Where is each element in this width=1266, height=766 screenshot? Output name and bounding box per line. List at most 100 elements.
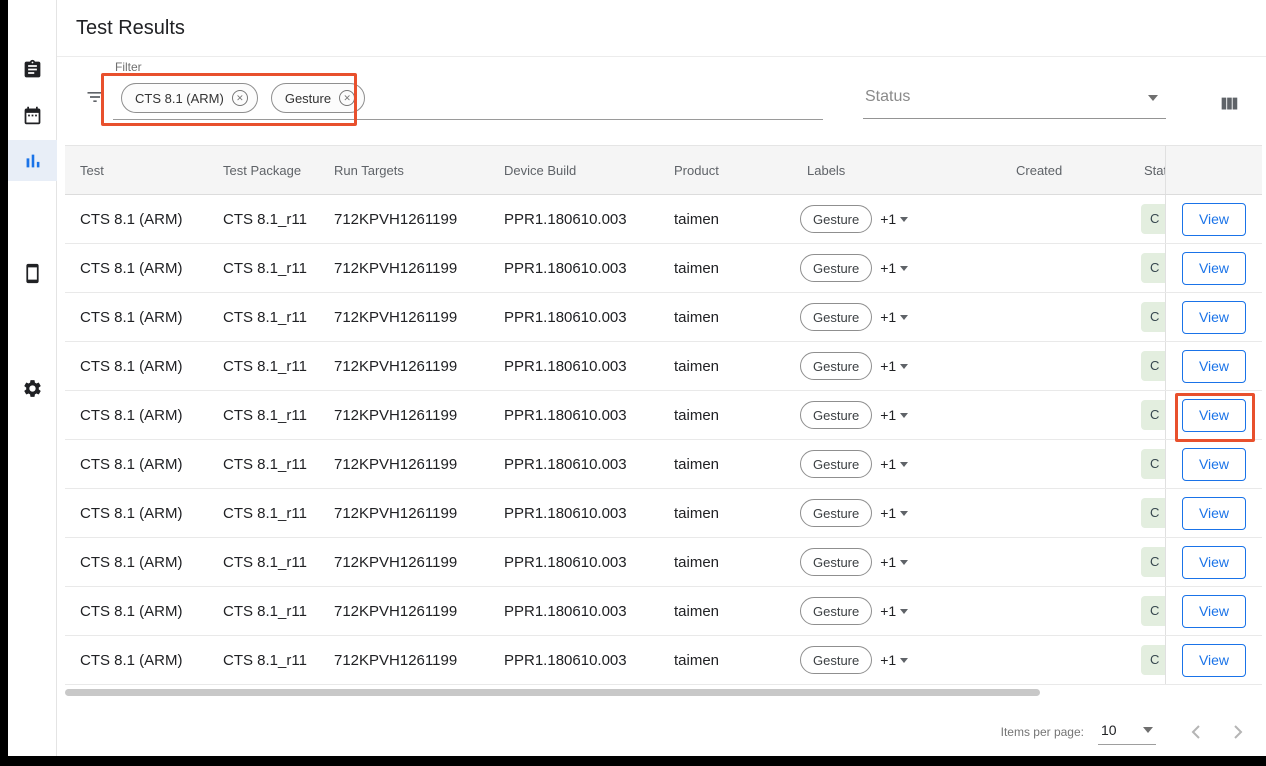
cell-created (1000, 440, 1129, 488)
view-button[interactable]: View (1182, 546, 1246, 579)
cell-product: taimen (674, 342, 792, 390)
more-labels-count: +1 (880, 505, 896, 521)
sidebar-item-devices[interactable] (8, 253, 57, 294)
label-chip: Gesture (800, 254, 872, 282)
page-size-select[interactable]: 10 (1098, 719, 1156, 745)
view-button[interactable]: View (1182, 399, 1246, 432)
page-header: Test Results (57, 0, 1266, 57)
more-labels-dropdown[interactable]: +1 (880, 407, 908, 423)
more-labels-dropdown[interactable]: +1 (880, 456, 908, 472)
cell-status: C (1129, 342, 1165, 390)
chevron-down-icon (900, 658, 908, 663)
filter-chip: CTS 8.1 (ARM) ✕ (121, 83, 258, 113)
cell-test-package: CTS 8.1_r11 (223, 587, 334, 635)
chevron-down-icon (900, 364, 908, 369)
next-page-button[interactable] (1224, 718, 1252, 746)
more-labels-count: +1 (880, 456, 896, 472)
view-button[interactable]: View (1182, 644, 1246, 677)
chevron-down-icon (1148, 95, 1158, 101)
cell-created (1000, 244, 1129, 292)
more-labels-dropdown[interactable]: +1 (880, 603, 908, 619)
gear-icon (22, 378, 43, 399)
more-labels-dropdown[interactable]: +1 (880, 358, 908, 374)
cell-test: CTS 8.1 (ARM) (65, 440, 223, 488)
more-labels-count: +1 (880, 309, 896, 325)
more-labels-dropdown[interactable]: +1 (880, 652, 908, 668)
chevron-down-icon (900, 413, 908, 418)
filter-field-underline (113, 119, 823, 120)
cell-status: C (1129, 244, 1165, 292)
cell-product: taimen (674, 293, 792, 341)
cell-device-build: PPR1.180610.003 (504, 440, 674, 488)
cell-status: C (1129, 293, 1165, 341)
table-row: CTS 8.1 (ARM) CTS 8.1_r11 712KPVH1261199… (65, 195, 1262, 244)
cell-labels: Gesture +1 (792, 587, 1000, 635)
cell-created (1000, 636, 1129, 684)
horizontal-scrollbar[interactable] (65, 689, 1040, 696)
sidebar-item-settings[interactable] (8, 368, 57, 409)
chevron-down-icon (900, 217, 908, 222)
filter-chip-label: Gesture (285, 91, 331, 106)
cell-test-package: CTS 8.1_r11 (223, 489, 334, 537)
cell-created (1000, 391, 1129, 439)
col-header-actions (1165, 146, 1262, 194)
cell-product: taimen (674, 538, 792, 586)
cell-run-targets: 712KPVH1261199 (334, 489, 504, 537)
filter-button[interactable] (79, 81, 111, 113)
previous-page-button[interactable] (1182, 718, 1210, 746)
cell-run-targets: 712KPVH1261199 (334, 440, 504, 488)
more-labels-dropdown[interactable]: +1 (880, 554, 908, 570)
status-dropdown[interactable]: Status (863, 75, 1166, 119)
cell-status: C (1129, 489, 1165, 537)
more-labels-count: +1 (880, 554, 896, 570)
more-labels-count: +1 (880, 407, 896, 423)
cell-device-build: PPR1.180610.003 (504, 244, 674, 292)
chevron-down-icon (900, 462, 908, 467)
view-button[interactable]: View (1182, 595, 1246, 628)
close-icon[interactable]: ✕ (232, 90, 248, 106)
col-header-status: Status (1129, 146, 1165, 194)
chevron-down-icon (1143, 727, 1153, 733)
label-chip: Gesture (800, 499, 872, 527)
cell-product: taimen (674, 244, 792, 292)
cell-test: CTS 8.1 (ARM) (65, 293, 223, 341)
cell-run-targets: 712KPVH1261199 (334, 293, 504, 341)
view-button[interactable]: View (1182, 203, 1246, 236)
view-button[interactable]: View (1182, 301, 1246, 334)
cell-product: taimen (674, 489, 792, 537)
more-labels-dropdown[interactable]: +1 (880, 211, 908, 227)
more-labels-dropdown[interactable]: +1 (880, 505, 908, 521)
chevron-down-icon (900, 511, 908, 516)
view-button[interactable]: View (1182, 448, 1246, 481)
cell-test-package: CTS 8.1_r11 (223, 391, 334, 439)
close-icon[interactable]: ✕ (339, 90, 355, 106)
cell-created (1000, 587, 1129, 635)
cell-test-package: CTS 8.1_r11 (223, 538, 334, 586)
table-row: CTS 8.1 (ARM) CTS 8.1_r11 712KPVH1261199… (65, 538, 1262, 587)
status-dropdown-placeholder: Status (865, 88, 910, 106)
cell-test: CTS 8.1 (ARM) (65, 342, 223, 390)
view-button[interactable]: View (1182, 252, 1246, 285)
column-picker-button[interactable] (1209, 84, 1249, 124)
label-chip: Gesture (800, 646, 872, 674)
cell-run-targets: 712KPVH1261199 (334, 342, 504, 390)
chevron-down-icon (900, 315, 908, 320)
sidebar-item-test-plans[interactable] (8, 49, 57, 90)
cell-product: taimen (674, 195, 792, 243)
cell-device-build: PPR1.180610.003 (504, 391, 674, 439)
sidebar-item-test-results[interactable] (8, 140, 57, 181)
table-row: CTS 8.1 (ARM) CTS 8.1_r11 712KPVH1261199… (65, 342, 1262, 391)
cell-labels: Gesture +1 (792, 195, 1000, 243)
cell-product: taimen (674, 391, 792, 439)
view-button[interactable]: View (1182, 350, 1246, 383)
more-labels-dropdown[interactable]: +1 (880, 309, 908, 325)
more-labels-dropdown[interactable]: +1 (880, 260, 908, 276)
cell-device-build: PPR1.180610.003 (504, 293, 674, 341)
chevron-down-icon (900, 266, 908, 271)
col-header-test: Test (65, 146, 223, 194)
sidebar-item-schedule[interactable] (8, 95, 57, 136)
label-chip: Gesture (800, 597, 872, 625)
cell-created (1000, 195, 1129, 243)
col-header-run-targets: Run Targets (334, 146, 504, 194)
view-button[interactable]: View (1182, 497, 1246, 530)
